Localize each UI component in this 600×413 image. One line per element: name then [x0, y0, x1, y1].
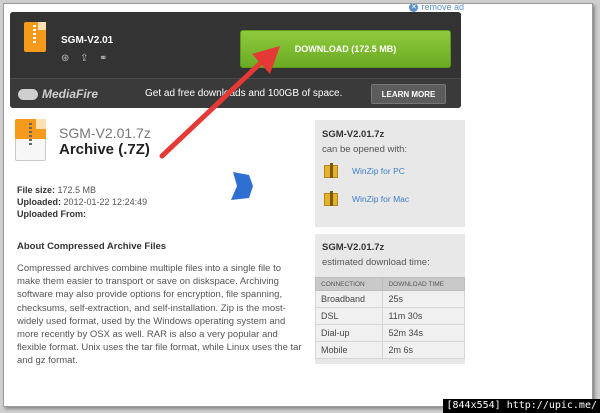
download-time-title: SGM-V2.01.7z: [322, 242, 385, 253]
close-icon: ✕: [409, 3, 419, 12]
open-with-panel: SGM-V2.01.7z can be opened with: WinZip …: [315, 120, 465, 227]
app-winzip-pc[interactable]: WinZip for PC: [322, 162, 405, 180]
connection-cell: Dial-up: [314, 324, 384, 342]
image-size-caption: [844x554] http://upic.me/: [443, 399, 600, 413]
time-cell: 11m 30s: [382, 307, 465, 325]
decorative-shape: [231, 172, 253, 200]
red-arrow-annotation: [159, 46, 280, 159]
table-row: Mobile 2m 6s: [314, 341, 465, 359]
table-row: Dial-up 52m 34s: [314, 324, 465, 342]
browser-content: ✕ remove ad SGM-V2.01 ⊛ ⇪ ⚭ DOWNLOAD (17…: [3, 3, 593, 407]
open-with-subtitle: can be opened with:: [322, 144, 408, 155]
link-icon[interactable]: ⚭: [99, 54, 109, 64]
archive-file-icon: [15, 119, 46, 161]
cloud-icon: [18, 88, 38, 100]
about-body: Compressed archives combine multiple fil…: [17, 263, 302, 367]
column-header: DOWNLOAD TIME: [382, 277, 465, 291]
file-name: SGM-V2.01.7z: [59, 125, 151, 141]
learn-more-button[interactable]: LEARN MORE: [371, 84, 446, 104]
connection-cell: Broadband: [314, 290, 384, 308]
file-type: Archive (.7Z): [59, 141, 150, 158]
download-time-table: CONNECTION DOWNLOAD TIME Broadband 25s D…: [314, 277, 465, 359]
connection-cell: Mobile: [314, 341, 384, 359]
app-winzip-mac[interactable]: WinZip for Mac: [322, 190, 409, 208]
winzip-icon: [322, 162, 342, 180]
mediafire-logo[interactable]: MediaFire: [18, 87, 98, 101]
winzip-icon: [322, 190, 342, 208]
about-title: About Compressed Archive Files: [17, 241, 167, 252]
file-tools: ⊛ ⇪ ⚭: [61, 54, 109, 64]
table-row: DSL 11m 30s: [314, 307, 465, 325]
remove-ad-link[interactable]: ✕ remove ad: [409, 3, 464, 12]
open-with-title: SGM-V2.01.7z: [322, 129, 385, 140]
download-time-subtitle: estimated download time:: [322, 257, 430, 268]
table-row: Broadband 25s: [314, 290, 465, 308]
archive-file-icon: [24, 22, 46, 52]
connection-cell: DSL: [314, 307, 384, 325]
table-header-row: CONNECTION DOWNLOAD TIME: [314, 277, 465, 291]
time-cell: 25s: [382, 290, 465, 308]
file-size: File size: 172.5 MB: [17, 185, 97, 195]
time-cell: 52m 34s: [382, 324, 465, 342]
save-icon[interactable]: ⊛: [61, 54, 71, 64]
time-cell: 2m 6s: [382, 341, 465, 359]
upload-origin: Uploaded From:: [17, 209, 86, 219]
column-header: CONNECTION: [314, 277, 384, 291]
share-icon[interactable]: ⇪: [80, 54, 90, 64]
upload-date: Uploaded: 2012-01-22 12:24:49: [17, 197, 148, 207]
banner-filename: SGM-V2.01: [61, 35, 114, 46]
